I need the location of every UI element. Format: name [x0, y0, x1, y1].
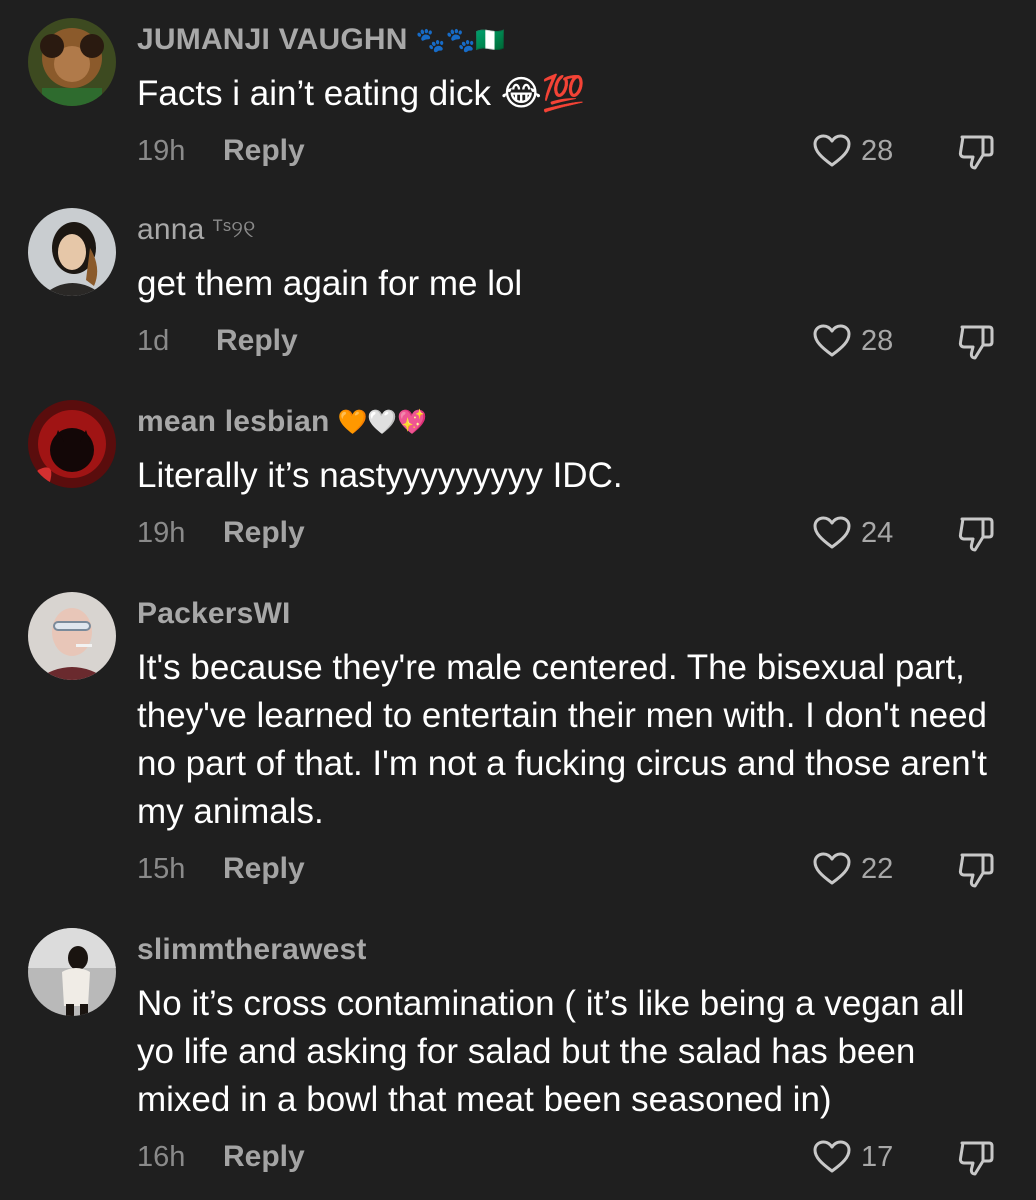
comment-text: It's because they're male centered. The …	[137, 648, 987, 831]
like-button[interactable]: 22	[813, 849, 893, 889]
avatar[interactable]	[28, 592, 116, 680]
heart-icon	[813, 1140, 851, 1173]
thumbs-down-icon	[958, 853, 994, 888]
thumbs-down-icon	[958, 325, 994, 360]
like-button[interactable]: 17	[813, 1137, 893, 1177]
comment-text: Facts i ain’t eating dick 😂💯	[137, 74, 586, 113]
comment-meta: 19h Reply 24	[137, 513, 1036, 553]
dislike-button[interactable]	[957, 1139, 997, 1177]
username-row: anna ᵀˢ୨୧	[137, 210, 256, 250]
username[interactable]: JUMANJI VAUGHN	[137, 23, 408, 57]
comment-time: 15h	[137, 853, 186, 885]
comment-time: 1d	[137, 325, 170, 357]
heart-icon	[813, 852, 851, 885]
comment-meta: 19h Reply 28	[137, 131, 1036, 171]
username[interactable]: slimmtherawest	[137, 933, 367, 967]
like-count: 24	[861, 516, 894, 549]
avatar[interactable]	[28, 400, 116, 488]
reply-button[interactable]: Reply	[223, 1137, 305, 1177]
user-badge: 🐾🐾🇳🇬	[415, 26, 506, 54]
like-count: 28	[861, 324, 894, 357]
dislike-button[interactable]	[957, 133, 997, 171]
like-button[interactable]: 24	[813, 513, 893, 553]
dislike-button[interactable]	[957, 515, 997, 553]
username-row: PackersWI	[137, 594, 291, 634]
reply-button[interactable]: Reply	[223, 849, 305, 889]
user-badge: 🧡🤍💖	[337, 408, 428, 436]
username[interactable]: PackersWI	[137, 597, 291, 631]
username-row: slimmtherawest	[137, 930, 367, 970]
heart-icon	[813, 324, 851, 357]
heart-icon	[813, 134, 851, 167]
like-count: 28	[861, 134, 894, 167]
reply-button[interactable]: Reply	[216, 321, 298, 361]
dislike-button[interactable]	[957, 851, 997, 889]
username[interactable]: anna	[137, 213, 205, 247]
comment-text: get them again for me lol	[137, 264, 523, 303]
comment-text: No it’s cross contamination ( it’s like …	[137, 984, 965, 1119]
like-button[interactable]: 28	[813, 321, 893, 361]
like-count: 17	[861, 1140, 894, 1173]
heart-icon	[813, 516, 851, 549]
avatar[interactable]	[28, 18, 116, 106]
user-badge: ᵀˢ୨୧	[212, 216, 256, 243]
reply-button[interactable]: Reply	[223, 513, 305, 553]
comment-meta: 1d Reply 28	[137, 321, 1036, 361]
username-row: mean lesbian 🧡🤍💖	[137, 402, 427, 442]
username-row: JUMANJI VAUGHN 🐾🐾🇳🇬	[137, 20, 505, 60]
thumbs-down-icon	[958, 1141, 994, 1176]
username[interactable]: mean lesbian	[137, 405, 329, 439]
dislike-button[interactable]	[957, 323, 997, 361]
comment-text: Literally it’s nastyyyyyyyyy IDC.	[137, 456, 623, 495]
comment-meta: 16h Reply 17	[137, 1137, 1036, 1177]
comment-meta: 15h Reply 22	[137, 849, 1036, 889]
avatar[interactable]	[28, 928, 116, 1016]
like-button[interactable]: 28	[813, 131, 893, 171]
avatar[interactable]	[28, 208, 116, 296]
comment-time: 16h	[137, 1141, 186, 1173]
like-count: 22	[861, 852, 894, 885]
comment-time: 19h	[137, 517, 186, 549]
thumbs-down-icon	[958, 135, 994, 170]
reply-button[interactable]: Reply	[223, 131, 305, 171]
thumbs-down-icon	[958, 517, 994, 552]
comment-time: 19h	[137, 135, 186, 167]
